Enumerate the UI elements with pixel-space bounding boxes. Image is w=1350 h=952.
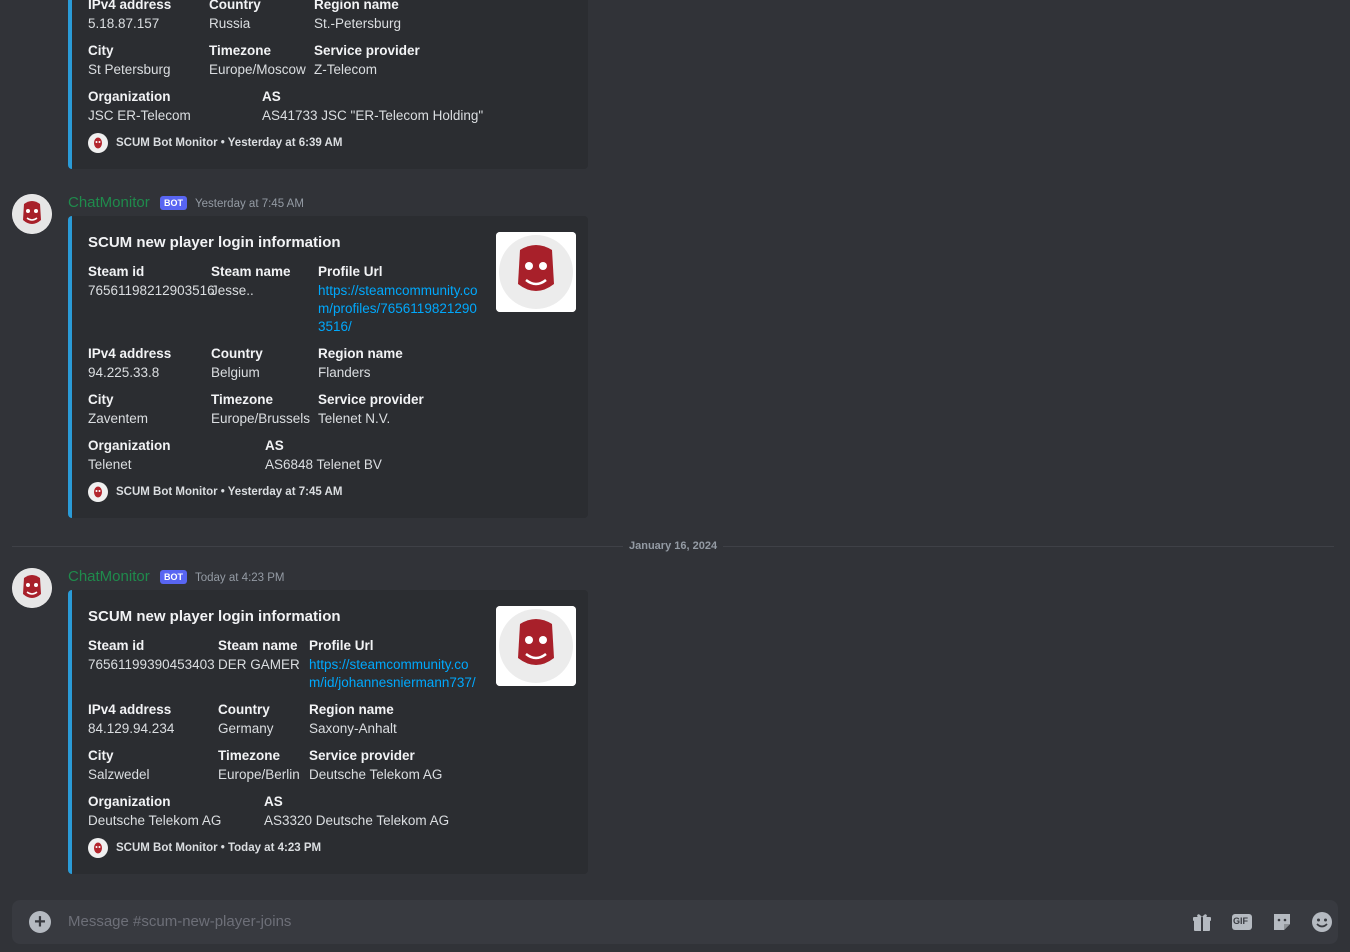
- field-name: Steam id: [88, 264, 145, 279]
- field-value: Deutsche Telekom AG: [88, 813, 222, 828]
- embed-footer: SCUM Bot Monitor • Yesterday at 6:39 AM: [88, 133, 342, 153]
- embed-title: SCUM new player login information: [88, 234, 341, 251]
- sticker-icon[interactable]: [1270, 910, 1294, 934]
- bot-monitor-icon: [88, 482, 108, 502]
- message-input[interactable]: [68, 913, 1068, 930]
- field-name: Country: [209, 0, 261, 12]
- embed-card: SCUM new player login information Steam …: [68, 590, 588, 874]
- field-value: Salzwedel: [88, 767, 150, 782]
- bot-monitor-icon: [88, 133, 108, 153]
- field-name: City: [88, 748, 114, 763]
- field-name: Steam name: [218, 638, 298, 653]
- message-timestamp[interactable]: Yesterday at 7:45 AM: [195, 198, 304, 210]
- field-value: Belgium: [211, 365, 260, 380]
- field-value: Flanders: [318, 365, 371, 380]
- profile-url-link[interactable]: https://steamcommunity.com/profiles/7656…: [318, 282, 480, 336]
- field-name: Timezone: [218, 748, 281, 763]
- username[interactable]: ChatMonitor: [68, 194, 150, 211]
- plus-icon[interactable]: +: [29, 911, 51, 933]
- field-value: 5.18.87.157: [88, 16, 160, 31]
- field-value: St Petersburg: [88, 62, 171, 77]
- bot-tag: BOT: [160, 196, 187, 210]
- field-value: Germany: [218, 721, 274, 736]
- field-value: 84.129.94.234: [88, 721, 175, 736]
- embed-card: IPv4 address 5.18.87.157 Country Russia …: [68, 0, 588, 169]
- avatar[interactable]: [12, 568, 52, 608]
- field-value: Telenet: [88, 457, 132, 472]
- gift-icon[interactable]: [1190, 910, 1214, 934]
- bot-tag: BOT: [160, 570, 187, 584]
- field-name: Region name: [309, 702, 394, 717]
- bot-monitor-icon: [88, 838, 108, 858]
- embed-card: SCUM new player login information Steam …: [68, 216, 588, 518]
- field-value: St.-Petersburg: [314, 16, 402, 31]
- field-name: Steam name: [211, 264, 291, 279]
- field-name: Steam id: [88, 638, 145, 653]
- field-value: 94.225.33.8: [88, 365, 160, 380]
- field-value: Europe/Berlin: [218, 767, 300, 782]
- field-name: Organization: [88, 794, 171, 809]
- field-value: Saxony-Anhalt: [309, 721, 397, 736]
- field-value: 76561198212903516: [88, 283, 215, 298]
- field-value: Europe/Brussels: [211, 411, 311, 426]
- username[interactable]: ChatMonitor: [68, 568, 150, 585]
- field-value: 76561199390453403: [88, 657, 215, 672]
- avatar[interactable]: [12, 194, 52, 234]
- field-name: AS: [264, 794, 283, 809]
- field-name: Organization: [88, 438, 171, 453]
- gif-label: GIF: [1233, 916, 1248, 926]
- field-name: Service provider: [314, 43, 420, 58]
- field-value: Z-Telecom: [314, 62, 378, 77]
- field-name: IPv4 address: [88, 0, 172, 12]
- profile-url-link[interactable]: https://steamcommunity.com/id/johannesni…: [309, 656, 481, 692]
- field-value: Deutsche Telekom AG: [309, 767, 443, 782]
- footer-text: SCUM Bot Monitor • Today at 4:23 PM: [116, 842, 322, 854]
- field-name: Profile Url: [309, 638, 374, 653]
- field-name: Organization: [88, 89, 171, 104]
- emoji-icon[interactable]: [1310, 910, 1334, 934]
- field-value: Europe/Moscow: [209, 62, 306, 77]
- embed-footer: SCUM Bot Monitor • Yesterday at 7:45 AM: [88, 482, 342, 502]
- message-timestamp[interactable]: Today at 4:23 PM: [195, 572, 285, 584]
- field-name: City: [88, 392, 114, 407]
- field-name: Region name: [318, 346, 403, 361]
- field-name: Region name: [314, 0, 399, 12]
- field-name: Country: [211, 346, 263, 361]
- embed-title: SCUM new player login information: [88, 608, 341, 625]
- field-value: AS3320 Deutsche Telekom AG: [264, 813, 450, 828]
- field-name: IPv4 address: [88, 346, 172, 361]
- field-name: Service provider: [318, 392, 424, 407]
- field-value: Jesse..: [211, 283, 254, 298]
- message-composer: + GIF: [12, 900, 1338, 944]
- field-value: JSC ER-Telecom: [88, 108, 191, 123]
- field-value: DER GAMER: [218, 657, 300, 672]
- footer-text: SCUM Bot Monitor • Yesterday at 6:39 AM: [116, 137, 343, 149]
- field-name: Service provider: [309, 748, 415, 763]
- embed-thumbnail[interactable]: [496, 232, 576, 312]
- embed-footer: SCUM Bot Monitor • Today at 4:23 PM: [88, 838, 321, 858]
- field-name: Country: [218, 702, 270, 717]
- field-name: AS: [265, 438, 284, 453]
- field-value: Russia: [209, 16, 251, 31]
- gif-icon[interactable]: GIF: [1230, 910, 1254, 934]
- field-name: Timezone: [209, 43, 272, 58]
- field-value: Telenet N.V.: [318, 411, 391, 426]
- footer-text: SCUM Bot Monitor • Yesterday at 7:45 AM: [116, 486, 343, 498]
- field-name: IPv4 address: [88, 702, 172, 717]
- date-divider: January 16, 2024: [623, 540, 724, 552]
- field-value: AS41733 JSC "ER-Telecom Holding": [262, 108, 484, 123]
- field-name: Timezone: [211, 392, 274, 407]
- field-value: Zaventem: [88, 411, 149, 426]
- field-name: Profile Url: [318, 264, 383, 279]
- field-name: AS: [262, 89, 281, 104]
- field-name: City: [88, 43, 114, 58]
- embed-thumbnail[interactable]: [496, 606, 576, 686]
- field-value: AS6848 Telenet BV: [265, 457, 382, 472]
